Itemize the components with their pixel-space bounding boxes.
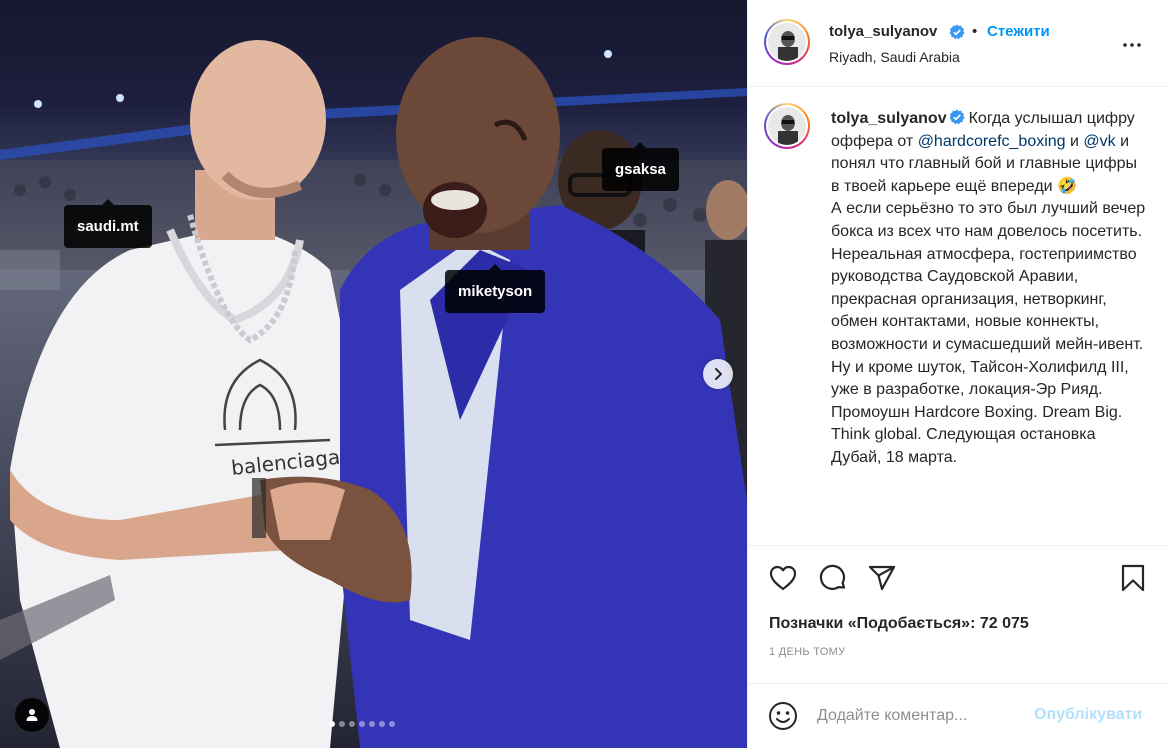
carousel-next-button[interactable] <box>703 359 733 389</box>
separator-dot: • <box>972 23 978 40</box>
post-actions <box>748 545 1167 608</box>
user-icon <box>26 709 38 721</box>
likes-count[interactable]: Позначки «Подобається»: 72 075 <box>769 615 1029 633</box>
carousel-dot <box>389 721 395 727</box>
comment-bubble-icon <box>819 564 846 590</box>
post-timestamp[interactable]: 1 ДЕНЬ ТОМУ <box>769 646 845 658</box>
carousel-dot <box>329 721 335 727</box>
carousel-dot <box>359 721 365 727</box>
avatar-image <box>768 107 806 145</box>
carousel-dot <box>379 721 385 727</box>
paper-plane-icon <box>868 565 896 591</box>
verified-badge-icon <box>949 109 965 125</box>
caption-area: tolya_sulyanov Когда услышал цифру оффер… <box>748 88 1167 544</box>
avatar-image <box>768 23 806 61</box>
user-tag-saudi-mt[interactable]: saudi.mt <box>64 199 152 248</box>
mention-vk[interactable]: @vk <box>1083 133 1115 150</box>
post-header: tolya_sulyanov • Стежити Riyadh, Saudi A… <box>748 0 1167 87</box>
comment-bar: Опублікувати <box>748 683 1167 748</box>
like-button[interactable] <box>768 563 798 593</box>
carousel-dots <box>329 721 395 727</box>
caption-text: tolya_sulyanov Когда услышал цифру оффер… <box>831 108 1149 470</box>
follow-button[interactable]: Стежити <box>987 23 1050 40</box>
photo-scene: balenciaga <box>0 37 747 748</box>
carousel-dot <box>369 721 375 727</box>
post-location[interactable]: Riyadh, Saudi Arabia <box>829 49 960 65</box>
caption-avatar[interactable] <box>764 103 810 149</box>
emoji-smile-icon[interactable] <box>768 701 798 731</box>
user-tag-gsaksa[interactable]: gsaksa <box>602 142 679 191</box>
more-horizontal-icon[interactable] <box>1120 33 1144 57</box>
chevron-right-icon <box>715 368 722 380</box>
post-author-username[interactable]: tolya_sulyanov <box>829 23 937 40</box>
publish-comment-button[interactable]: Опублікувати <box>1034 706 1142 724</box>
verified-badge-icon <box>949 24 965 40</box>
heart-icon <box>769 565 797 591</box>
user-tag-miketyson[interactable]: miketyson <box>445 264 546 313</box>
carousel-dot <box>339 721 345 727</box>
carousel-dot <box>349 721 355 727</box>
post-photo[interactable]: balenciaga saudi.mt miketyson gsaksa <box>0 0 747 748</box>
caption-part-4: А если серьёзно то это был лучший вечер … <box>831 200 1146 466</box>
caption-username[interactable]: tolya_sulyanov <box>831 110 947 127</box>
mention-hardcorefc-boxing[interactable]: @hardcorefc_boxing <box>918 133 1066 150</box>
caption-part-2: и <box>1065 132 1084 150</box>
post-side-panel: tolya_sulyanov • Стежити Riyadh, Saudi A… <box>747 0 1167 748</box>
share-button[interactable] <box>867 563 897 593</box>
comment-button[interactable] <box>818 563 848 593</box>
comment-input[interactable] <box>817 704 1027 728</box>
bookmark-icon <box>1121 564 1145 592</box>
user-tags-button[interactable] <box>15 698 49 732</box>
avatar[interactable] <box>764 19 810 65</box>
save-button[interactable] <box>1118 563 1148 593</box>
